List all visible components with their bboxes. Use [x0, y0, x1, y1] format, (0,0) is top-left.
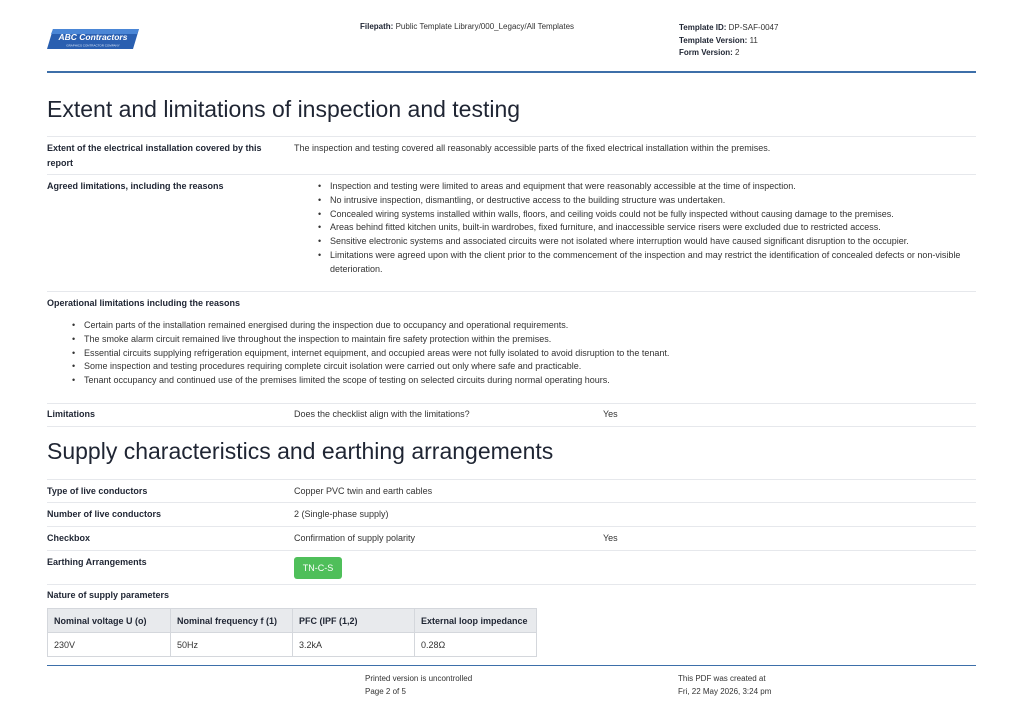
row-divider [47, 479, 976, 480]
filepath: Filepath: Public Template Library/000_Le… [360, 22, 574, 31]
list-item: Sensitive electronic systems and associa… [318, 235, 974, 249]
extent-value: The inspection and testing covered all r… [294, 143, 771, 153]
list-item: No intrusive inspection, dismantling, or… [318, 194, 974, 208]
table-cell: 3.2kA [292, 632, 415, 657]
page-header: ABC Contractors GRAPHICS CONTRACTOR COMP… [47, 18, 976, 73]
table-cell: 50Hz [170, 632, 293, 657]
section-title-supply: Supply characteristics and earthing arra… [47, 438, 554, 464]
operational-limitations-label: Operational limitations including the re… [47, 298, 241, 308]
template-id-label: Template ID: [679, 23, 727, 32]
row-divider [47, 526, 976, 527]
template-version-value: 11 [749, 35, 758, 45]
footer-print-info: Printed version is uncontrolled Page 2 o… [365, 673, 472, 698]
live-conductors-number-value: 2 (Single-phase supply) [294, 509, 389, 519]
row-divider [47, 550, 976, 551]
live-conductors-type-value: Copper PVC twin and earth cables [294, 486, 433, 496]
checkbox-label: Checkbox [47, 533, 91, 543]
created-label: This PDF was created at [678, 674, 766, 683]
earthing-badge: TN-C-S [294, 557, 342, 579]
table-cell: 230V [47, 632, 171, 657]
list-item: Some inspection and testing procedures r… [72, 360, 974, 374]
row-divider [47, 426, 976, 427]
footer-divider [47, 665, 976, 666]
page-number: Page 2 of 5 [365, 686, 406, 696]
row-divider [47, 502, 976, 503]
list-item: Tenant occupancy and continued use of th… [72, 374, 974, 388]
header-divider [47, 71, 976, 73]
table-header-cell: Nominal frequency f (1) [170, 608, 293, 633]
checkbox-answer: Yes [603, 533, 618, 543]
checkbox-question: Confirmation of supply polarity [294, 533, 416, 543]
section-title-extent: Extent and limitations of inspection and… [47, 96, 521, 122]
live-conductors-type-label: Type of live conductors [47, 486, 148, 496]
limitations-question: Does the checklist align with the limita… [294, 409, 470, 419]
row-divider [47, 403, 976, 404]
company-logo: ABC Contractors GRAPHICS CONTRACTOR COMP… [47, 26, 139, 52]
form-version-value: 2 [735, 48, 740, 57]
list-item: Areas behind fitted kitchen units, built… [318, 221, 974, 235]
template-id: Template ID: DP-SAF-0047 [679, 22, 778, 35]
filepath-value: Public Template Library/000_Legacy/All T… [395, 22, 575, 31]
list-item: Limitations were agreed upon with the cl… [318, 249, 974, 277]
template-id-value: DP-SAF-0047 [728, 23, 779, 32]
row-divider [47, 174, 976, 175]
supply-parameters-table: Nominal voltage U (o) Nominal frequency … [47, 608, 537, 657]
template-meta: Template ID: DP-SAF-0047 Template Versio… [679, 22, 778, 60]
row-divider [47, 136, 976, 137]
extent-label: Extent of the electrical installation co… [47, 143, 262, 168]
form-version: Form Version: 2 [679, 47, 778, 60]
live-conductors-number-label: Number of live conductors [47, 509, 162, 519]
template-version-label: Template Version: [679, 35, 748, 45]
list-item: Inspection and testing were limited to a… [318, 180, 974, 194]
logo-text: ABC Contractors [58, 32, 128, 42]
filepath-label: Filepath: [360, 22, 394, 31]
row-divider [47, 291, 976, 292]
table-header-cell: Nominal voltage U (o) [47, 608, 171, 633]
logo-subtext: GRAPHICS CONTRACTOR COMPANY [66, 44, 119, 48]
table-row: 230V 50Hz 3.2kA 0.28Ω [47, 632, 537, 657]
limitations-answer: Yes [603, 409, 618, 419]
list-item: Concealed wiring systems installed withi… [318, 208, 974, 222]
earthing-label: Earthing Arrangements [47, 557, 147, 567]
template-version: Template Version: 11 [679, 35, 778, 48]
uncontrolled-notice: Printed version is uncontrolled [365, 674, 473, 683]
footer-created-info: This PDF was created at Fri, 22 May 2026… [678, 673, 771, 698]
table-header-cell: External loop impedance [414, 608, 537, 633]
agreed-limitations-label: Agreed limitations, including the reason… [47, 181, 224, 191]
agreed-limitations-list: Inspection and testing were limited to a… [318, 180, 974, 277]
created-date: Fri, 22 May 2026, 3:24 pm [678, 686, 772, 696]
form-version-label: Form Version: [679, 48, 733, 57]
list-item: Essential circuits supplying refrigerati… [72, 347, 974, 361]
table-header-cell: PFC (IPF (1,2) [292, 608, 415, 633]
operational-limitations-list: Certain parts of the installation remain… [72, 319, 974, 388]
list-item: The smoke alarm circuit remained live th… [72, 333, 974, 347]
limitations-label: Limitations [47, 409, 96, 419]
nature-of-supply-label: Nature of supply parameters [47, 590, 170, 600]
table-header-row: Nominal voltage U (o) Nominal frequency … [47, 608, 537, 633]
row-divider [47, 584, 976, 585]
table-cell: 0.28Ω [414, 632, 537, 657]
list-item: Certain parts of the installation remain… [72, 319, 974, 333]
